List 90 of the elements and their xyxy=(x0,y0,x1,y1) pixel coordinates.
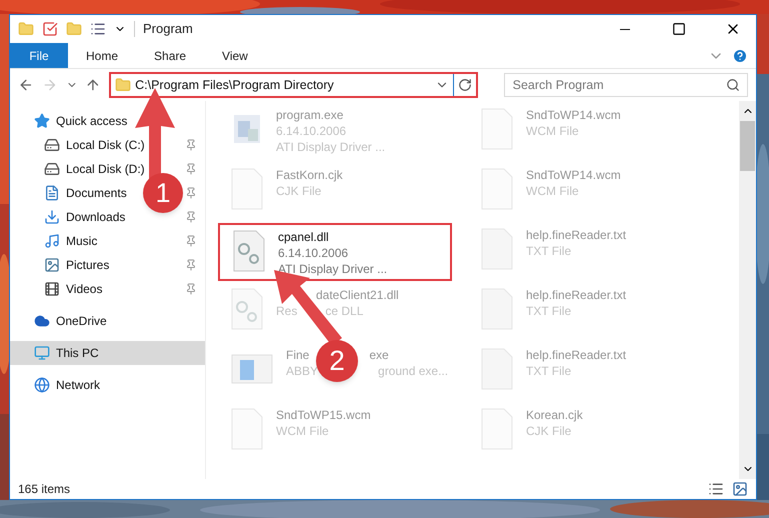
file-name: Fine xyxy=(286,347,310,363)
file-detail: 6.14.10.2006 xyxy=(276,123,348,139)
file-icon xyxy=(230,407,264,451)
nav-label[interactable]: Quick access xyxy=(56,112,128,130)
file-name: SndToWP15.wcm xyxy=(276,407,371,423)
scroll-thumb[interactable] xyxy=(740,121,755,171)
star-icon xyxy=(34,113,50,129)
nav-label[interactable]: Videos xyxy=(66,280,102,298)
file-detail: Res xyxy=(276,303,298,319)
nav-label[interactable]: Pictures xyxy=(66,256,110,274)
pin-icon xyxy=(185,235,197,247)
file-detail: TXT File xyxy=(526,363,572,379)
gear-file-icon xyxy=(230,287,264,331)
file-detail: CJK File xyxy=(526,423,572,439)
nav-item[interactable]: This PC xyxy=(10,341,205,365)
details-view-icon[interactable] xyxy=(708,481,724,497)
nav-label[interactable]: Local Disk (C:) xyxy=(66,136,145,154)
nav-label[interactable]: Downloads xyxy=(66,208,126,226)
music-icon xyxy=(44,233,60,249)
nav-label[interactable]: OneDrive xyxy=(56,312,107,330)
monitor-icon xyxy=(34,345,50,361)
pin-icon xyxy=(185,211,197,223)
ribbon-tab[interactable]: Home xyxy=(68,43,136,68)
file-icon xyxy=(480,287,514,331)
help-icon[interactable] xyxy=(732,48,748,64)
file-name: Korean.cjk xyxy=(526,407,583,423)
minimize-icon xyxy=(620,28,630,30)
file-name: help.fineReader.txt xyxy=(526,347,626,363)
file-detail: ce DLL xyxy=(325,303,364,319)
drive-icon xyxy=(44,161,60,177)
nav-label[interactable]: Music xyxy=(66,232,98,250)
file-detail: CJK File xyxy=(276,183,322,199)
file-detail: WCM File xyxy=(276,423,330,439)
download-icon xyxy=(44,209,60,225)
file-name: help.fineReader.txt xyxy=(526,287,626,303)
file-detail: ABBY xyxy=(286,363,318,379)
back-icon[interactable] xyxy=(18,77,34,93)
nav-label[interactable]: This PC xyxy=(56,344,99,362)
file-name: help.fineReader.txt xyxy=(526,227,626,243)
tiles-view-icon[interactable] xyxy=(732,481,748,497)
pin-icon xyxy=(185,139,197,151)
image-icon xyxy=(44,257,60,273)
refresh-icon[interactable] xyxy=(458,78,472,92)
file-detail: TXT File xyxy=(526,303,572,319)
cloud-icon xyxy=(34,313,50,329)
file-icon xyxy=(480,167,514,211)
file-name: exe xyxy=(369,347,389,363)
file-detail: TXT File xyxy=(526,243,572,259)
address-bar[interactable]: C:\Program Files\Program Directory xyxy=(109,72,478,98)
file-name: program.exe xyxy=(276,107,344,123)
document-icon xyxy=(44,185,60,201)
gear-file-icon xyxy=(232,229,266,273)
address-path: C:\Program Files\Program Directory xyxy=(135,76,335,94)
pin-icon xyxy=(185,259,197,271)
file-detail: WCM File xyxy=(526,123,580,139)
item-count: 165 items xyxy=(18,481,72,498)
pin-icon xyxy=(185,163,197,175)
nav-label[interactable]: Documents xyxy=(66,184,127,202)
view-icon[interactable] xyxy=(90,21,106,37)
file-name: FastKorn.cjk xyxy=(276,167,343,183)
file-icon xyxy=(480,227,514,271)
scrollbar[interactable] xyxy=(739,101,756,479)
pin-icon xyxy=(185,283,197,295)
properties-icon[interactable] xyxy=(42,21,58,37)
nav-label[interactable]: Network xyxy=(56,376,100,394)
drive-icon xyxy=(44,137,60,153)
file-detail: WCM File xyxy=(526,183,580,199)
file-name: cpanel.dll xyxy=(278,229,330,245)
file-icon xyxy=(480,107,514,151)
file-icon xyxy=(480,407,514,451)
pin-icon xyxy=(185,187,197,199)
file-name: SndToWP14.wcm xyxy=(526,107,621,123)
ribbon-tab[interactable]: View xyxy=(204,43,266,68)
search-icon xyxy=(726,78,740,92)
ribbon-tab[interactable]: File xyxy=(10,43,68,68)
ribbon-tab[interactable]: Share xyxy=(136,43,204,68)
file-icon xyxy=(480,347,514,391)
film-icon xyxy=(44,281,60,297)
search-field[interactable]: Search Program xyxy=(504,73,748,97)
file-name: SndToWP14.wcm xyxy=(526,167,621,183)
window-title: Program xyxy=(143,20,194,38)
file-detail: 6.14.10.2006 xyxy=(278,245,350,261)
file-detail: ground exe... xyxy=(378,363,448,379)
maximize-icon xyxy=(672,22,686,36)
folder-icon xyxy=(115,77,132,93)
file-name: dateClient21.dll xyxy=(316,287,399,303)
globe-icon xyxy=(34,377,50,393)
file-icon xyxy=(230,167,264,211)
nav-label[interactable]: Local Disk (D:) xyxy=(66,160,145,178)
file-detail: ATI Display Driver ... xyxy=(276,139,386,155)
